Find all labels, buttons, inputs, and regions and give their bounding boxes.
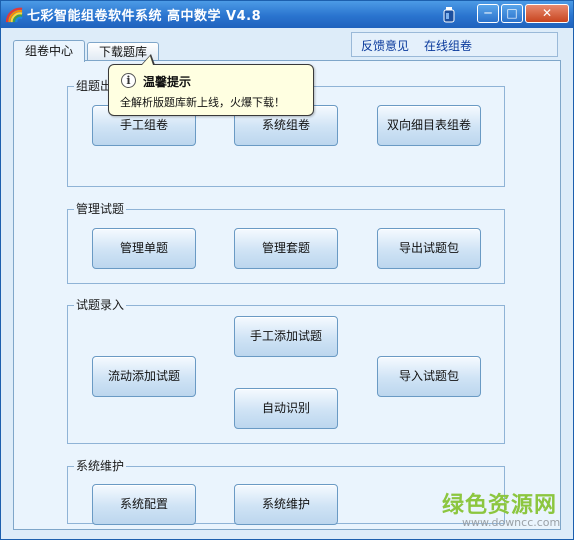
tooltip-text: 全解析版题库新上线，火爆下载！: [120, 96, 285, 109]
group-entry-title: 试题录入: [74, 298, 127, 312]
tooltip-title: 温馨提示: [143, 75, 192, 89]
two-way-table-compose-button[interactable]: 双向细目表组卷: [377, 105, 481, 146]
watermark-name: 绿色资源网: [442, 493, 558, 518]
close-button[interactable]: ✕: [525, 4, 569, 23]
import-package-button[interactable]: 导入试题包: [377, 356, 481, 397]
title-bar[interactable]: 七彩智能组卷软件系统 高中数学 V4.8 ─ □ ✕: [1, 1, 573, 28]
rainbow-logo-icon: [5, 7, 23, 23]
export-package-button[interactable]: 导出试题包: [377, 228, 481, 269]
manage-set-button[interactable]: 管理套题: [234, 228, 338, 269]
group-manage: 管理试题 管理单题 管理套题 导出试题包: [67, 202, 505, 284]
watermark-url: www.downcc.com: [462, 516, 561, 529]
group-manage-title: 管理试题: [74, 202, 127, 216]
manage-single-button[interactable]: 管理单题: [92, 228, 196, 269]
group-maintain-title: 系统维护: [74, 459, 127, 473]
group-entry: 试题录入 流动添加试题 手工添加试题 自动识别 导入试题包: [67, 298, 505, 444]
tooltip-tail-inner: [142, 56, 153, 65]
online-compose-link[interactable]: 在线组卷: [424, 37, 472, 54]
top-links-bar: 反馈意见 在线组卷: [351, 32, 558, 57]
system-config-button[interactable]: 系统配置: [92, 484, 196, 525]
maximize-button[interactable]: □: [501, 4, 523, 23]
app-window: 七彩智能组卷软件系统 高中数学 V4.8 ─ □ ✕ 组卷中心 下载题库 反馈意…: [0, 0, 574, 540]
auto-recognize-button[interactable]: 自动识别: [234, 388, 338, 429]
minimize-button[interactable]: ─: [477, 4, 499, 23]
tab-compose-center[interactable]: 组卷中心: [13, 40, 85, 62]
system-maintain-button[interactable]: 系统维护: [234, 484, 338, 525]
notice-tooltip[interactable]: i 温馨提示 全解析版题库新上线，火爆下载！: [108, 64, 314, 116]
feedback-link[interactable]: 反馈意见: [361, 37, 409, 54]
compose-center-panel: 组题出卷 手工组卷 系统组卷 双向细目表组卷 管理试题 管理单题 管理套题 导出…: [13, 60, 561, 530]
info-icon: i: [121, 73, 136, 88]
flow-add-button[interactable]: 流动添加试题: [92, 356, 196, 397]
manual-add-button[interactable]: 手工添加试题: [234, 316, 338, 357]
window-title: 七彩智能组卷软件系统 高中数学 V4.8: [27, 9, 262, 24]
watermark: 绿色资源网 www.downcc.com: [438, 487, 561, 533]
skin-bottle-icon[interactable]: [441, 6, 457, 23]
